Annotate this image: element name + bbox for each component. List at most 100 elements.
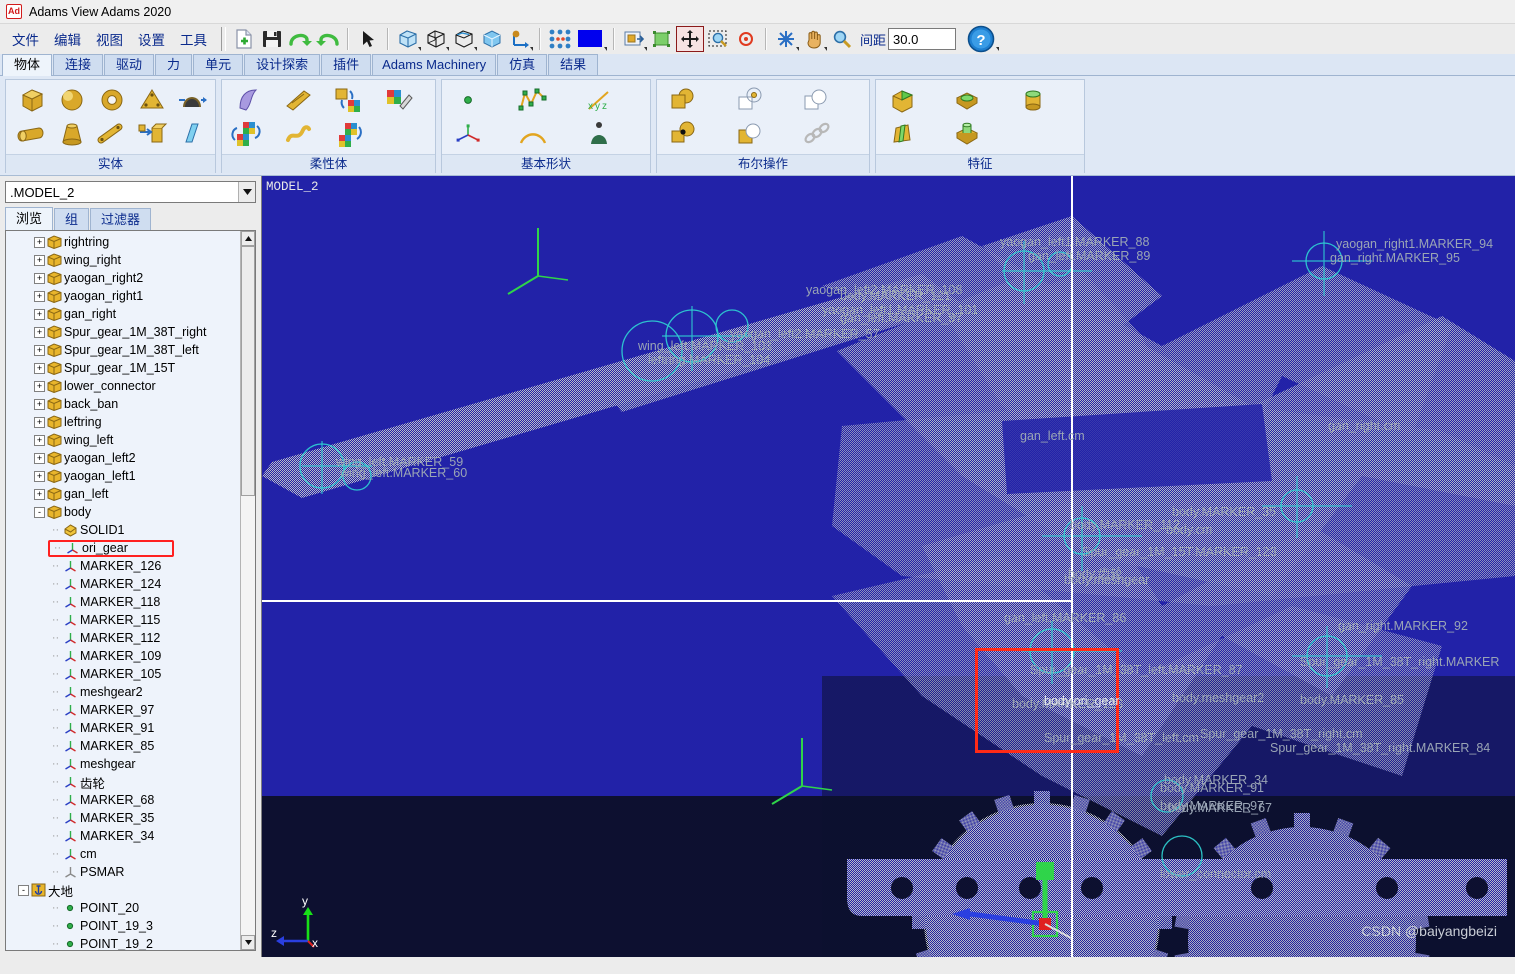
point-icon[interactable] <box>448 83 488 117</box>
tab-filters[interactable]: 过滤器 <box>90 208 152 230</box>
solid-to-flex-icon[interactable] <box>329 83 369 117</box>
tree-item-MARKER_109[interactable]: ·· MARKER_109 <box>6 647 240 665</box>
tree-item-yaogan_right2[interactable]: + yaogan_right2 <box>6 269 240 287</box>
tree-item-MARKER_124[interactable]: ·· MARKER_124 <box>6 575 240 593</box>
csys-icon[interactable]: x y z <box>579 83 619 117</box>
boss-icon[interactable] <box>947 117 987 151</box>
undo-button[interactable] <box>314 26 342 52</box>
render-hidden-line-button[interactable] <box>450 26 478 52</box>
extrusion-icon[interactable] <box>132 117 172 151</box>
tree-item-wing_left[interactable]: + wing_left <box>6 431 240 449</box>
tree-expand-icon[interactable]: + <box>34 290 45 302</box>
menu-file[interactable]: 文件 <box>6 27 45 51</box>
sphere-icon[interactable] <box>52 83 92 117</box>
tree-vertical-scrollbar[interactable] <box>240 231 255 950</box>
model-tree[interactable]: + rightring + wing_right + yaogan_right2 + yaog… <box>6 231 240 950</box>
tree-item-MARKER_85[interactable]: ·· MARKER_85 <box>6 737 240 755</box>
menu-tools[interactable]: 工具 <box>174 27 213 51</box>
tree-expand-icon[interactable]: + <box>34 308 45 320</box>
render-wireframe-button[interactable] <box>422 26 450 52</box>
tab-adams-machinery[interactable]: Adams Machinery <box>372 54 497 75</box>
fit-view-button[interactable] <box>676 26 704 52</box>
tab-elements[interactable]: 单元 <box>193 54 244 75</box>
tree-item-MARKER_112[interactable]: ·· MARKER_112 <box>6 629 240 647</box>
tree-item-MARKER_126[interactable]: ·· MARKER_126 <box>6 557 240 575</box>
view-axes-button[interactable] <box>506 26 534 52</box>
tab-browse[interactable]: 浏览 <box>5 207 54 230</box>
3d-viewport[interactable]: MODEL_2 yaogan_left1.MARKER_88 gan_left.… <box>262 176 1515 957</box>
marker-icon[interactable] <box>448 117 488 151</box>
tree-collapse-icon[interactable]: - <box>18 884 29 896</box>
tree-expand-icon[interactable]: + <box>34 488 45 500</box>
tree-expand-icon[interactable]: + <box>34 362 45 374</box>
menu-edit[interactable]: 编辑 <box>48 27 87 51</box>
hole-icon[interactable] <box>1013 83 1053 117</box>
tree-item-POINT_19_2[interactable]: ·· POINT_19_2 <box>6 935 240 950</box>
plate-icon[interactable] <box>132 83 172 117</box>
tree-item-齿轮[interactable]: ·· 齿轮 <box>6 773 240 791</box>
tree-item-大地[interactable]: - 大地 <box>6 881 240 899</box>
tree-item-body[interactable]: - body <box>6 503 240 521</box>
tree-expand-icon[interactable]: + <box>34 398 45 410</box>
tree-item-POINT_19_3[interactable]: ·· POINT_19_3 <box>6 917 240 935</box>
chain-icon[interactable] <box>796 117 836 151</box>
center-view-button[interactable] <box>732 26 760 52</box>
scroll-track[interactable] <box>241 496 255 935</box>
tab-motions[interactable]: 驱动 <box>104 54 155 75</box>
tab-plugins[interactable]: 插件 <box>321 54 372 75</box>
zoom-box-button[interactable] <box>704 26 732 52</box>
tree-item-yaogan_right1[interactable]: + yaogan_right1 <box>6 287 240 305</box>
box-icon[interactable] <box>12 83 52 117</box>
tree-item-MARKER_105[interactable]: ·· MARKER_105 <box>6 665 240 683</box>
rigid-to-flex-icon[interactable] <box>228 117 268 151</box>
model-selector[interactable]: .MODEL_2 <box>5 181 256 203</box>
render-shaded-button[interactable] <box>394 26 422 52</box>
tree-expand-icon[interactable]: + <box>34 452 45 464</box>
chamfer-edge-icon[interactable] <box>882 117 922 151</box>
tree-expand-icon[interactable]: + <box>34 272 45 284</box>
tree-item-yaogan_left1[interactable]: + yaogan_left1 <box>6 467 240 485</box>
hollow-icon[interactable] <box>947 83 987 117</box>
tree-collapse-icon[interactable]: - <box>34 506 45 518</box>
tree-item-lower_connector[interactable]: + lower_connector <box>6 377 240 395</box>
tree-item-MARKER_68[interactable]: ·· MARKER_68 <box>6 791 240 809</box>
tree-item-MARKER_118[interactable]: ·· MARKER_118 <box>6 593 240 611</box>
tree-item-SOLID1[interactable]: ·· SOLID1 <box>6 521 240 539</box>
tree-item-Spur_gear_1M_15T[interactable]: + Spur_gear_1M_15T <box>6 359 240 377</box>
cylinder-icon[interactable] <box>12 117 52 151</box>
union-icon[interactable] <box>663 83 703 117</box>
tree-item-Spur_gear_1M_38T_right[interactable]: + Spur_gear_1M_38T_right <box>6 323 240 341</box>
menu-view[interactable]: 视图 <box>90 27 129 51</box>
tree-expand-icon[interactable]: + <box>34 380 45 392</box>
zoom-view-button[interactable] <box>828 26 856 52</box>
arc-icon[interactable] <box>513 117 553 151</box>
scroll-up-button[interactable] <box>241 231 255 246</box>
revolution-icon[interactable] <box>172 83 212 117</box>
tree-item-cm[interactable]: ·· cm <box>6 845 240 863</box>
tree-expand-icon[interactable]: + <box>34 470 45 482</box>
tree-item-MARKER_97[interactable]: ·· MARKER_97 <box>6 701 240 719</box>
tree-item-MARKER_34[interactable]: ·· MARKER_34 <box>6 827 240 845</box>
polyline-icon[interactable] <box>513 83 553 117</box>
tree-expand-icon[interactable]: + <box>34 326 45 338</box>
group-select-button[interactable] <box>648 26 676 52</box>
tree-expand-icon[interactable]: + <box>34 416 45 428</box>
tab-groups[interactable]: 组 <box>54 208 90 230</box>
rotate-view-button[interactable] <box>772 26 800 52</box>
tab-bodies[interactable]: 物体 <box>2 54 53 76</box>
new-model-button[interactable] <box>230 26 258 52</box>
tab-connectors[interactable]: 连接 <box>53 54 104 75</box>
tree-expand-icon[interactable]: + <box>34 236 45 248</box>
tree-item-Spur_gear_1M_38T_left[interactable]: + Spur_gear_1M_38T_left <box>6 341 240 359</box>
tree-item-MARKER_35[interactable]: ·· MARKER_35 <box>6 809 240 827</box>
tree-item-POINT_20[interactable]: ·· POINT_20 <box>6 899 240 917</box>
tree-item-PSMAR[interactable]: ·· PSMAR <box>6 863 240 881</box>
flex-spline-icon[interactable] <box>278 117 318 151</box>
flexbody-icon[interactable] <box>228 83 268 117</box>
tab-results[interactable]: 结果 <box>548 54 599 75</box>
torus-icon[interactable] <box>92 83 132 117</box>
tree-item-rightring[interactable]: + rightring <box>6 233 240 251</box>
view-iso-button[interactable] <box>478 26 506 52</box>
link-icon[interactable] <box>92 117 132 151</box>
pan-view-button[interactable] <box>800 26 828 52</box>
